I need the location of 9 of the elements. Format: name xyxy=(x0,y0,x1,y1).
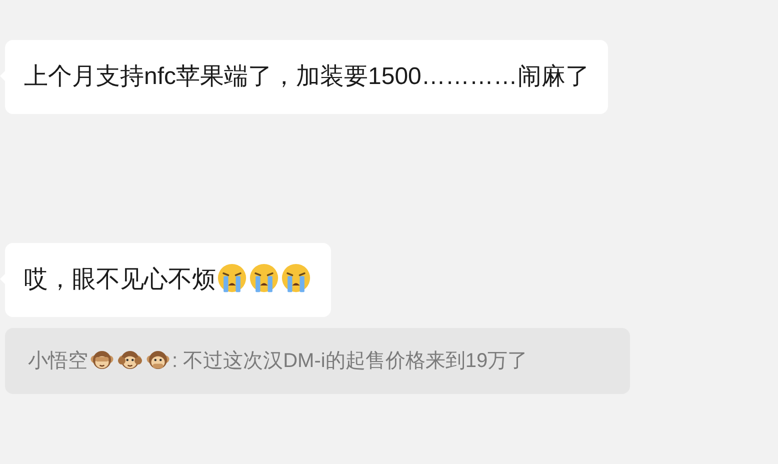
monkey-covering-mouth-icon xyxy=(146,348,170,372)
monkey-covering-ears-icon xyxy=(118,348,142,372)
crying-face-icon xyxy=(217,263,247,293)
message-bubble: 哎，眼不见心不烦 xyxy=(5,243,331,317)
quoted-message: 小悟空 : 不过这次汉DM-i的起售价格来到19万了 xyxy=(5,328,630,394)
crying-face-icon xyxy=(249,263,279,293)
crying-face-icon xyxy=(281,263,311,293)
message-bubble: 上个月支持nfc苹果端了，加装要1500…………闹麻了 xyxy=(5,40,608,114)
monkey-covering-eyes-icon xyxy=(90,348,114,372)
